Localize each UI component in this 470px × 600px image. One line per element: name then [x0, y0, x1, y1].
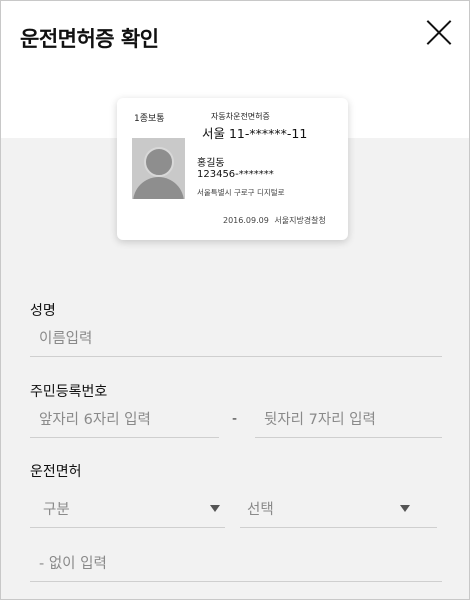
rrn-back-input[interactable]: 뒷자리 7자리 입력: [255, 404, 442, 438]
rrn-front-placeholder: 앞자리 6자리 입력: [39, 412, 151, 428]
license-region-select[interactable]: 선택: [240, 488, 437, 528]
card-license-number: 서울 11-******-11: [202, 126, 308, 141]
card-photo-placeholder: [132, 138, 185, 199]
license-type-value: 구분: [43, 502, 70, 518]
card-title: 자동차운전면허증: [211, 112, 270, 121]
person-head-icon: [144, 147, 174, 177]
license-card-preview: 1종보통 자동차운전면허증 서울 11-******-11 홍길동 123456…: [117, 98, 348, 240]
close-icon[interactable]: [421, 15, 457, 51]
license-type-select[interactable]: 구분: [30, 488, 225, 528]
card-footer: 2016.09.09 서울지방경찰청: [223, 215, 326, 226]
card-holder-name: 홍길동: [197, 158, 225, 169]
name-placeholder: 이름입력: [39, 331, 93, 347]
card-license-class: 1종보통: [134, 114, 165, 124]
name-label: 성명: [30, 303, 56, 319]
card-issuer: 서울지방경찰청: [274, 216, 326, 225]
name-input[interactable]: 이름입력: [30, 323, 442, 357]
card-issue-date: 2016.09.09: [223, 216, 269, 225]
card-rrn: 123456-*******: [197, 169, 274, 180]
rrn-label: 주민등록번호: [30, 384, 108, 400]
person-body-icon: [133, 177, 184, 199]
rrn-back-placeholder: 뒷자리 7자리 입력: [264, 412, 376, 428]
chevron-down-icon: [210, 505, 220, 512]
chevron-down-icon: [400, 505, 410, 512]
license-verify-screen: 운전면허증 확인 1종보통 자동차운전면허증 서울 11-******-11 홍…: [0, 0, 470, 600]
card-address: 서울특별시 구로구 디지털로: [197, 188, 285, 197]
rrn-front-input[interactable]: 앞자리 6자리 입력: [30, 404, 219, 438]
license-region-value: 선택: [247, 502, 274, 518]
license-number-input[interactable]: - 없이 입력: [30, 548, 442, 582]
page-title: 운전면허증 확인: [20, 27, 159, 51]
license-label: 운전면허: [30, 464, 82, 480]
license-number-placeholder: - 없이 입력: [39, 556, 107, 572]
rrn-separator: -: [232, 411, 238, 427]
